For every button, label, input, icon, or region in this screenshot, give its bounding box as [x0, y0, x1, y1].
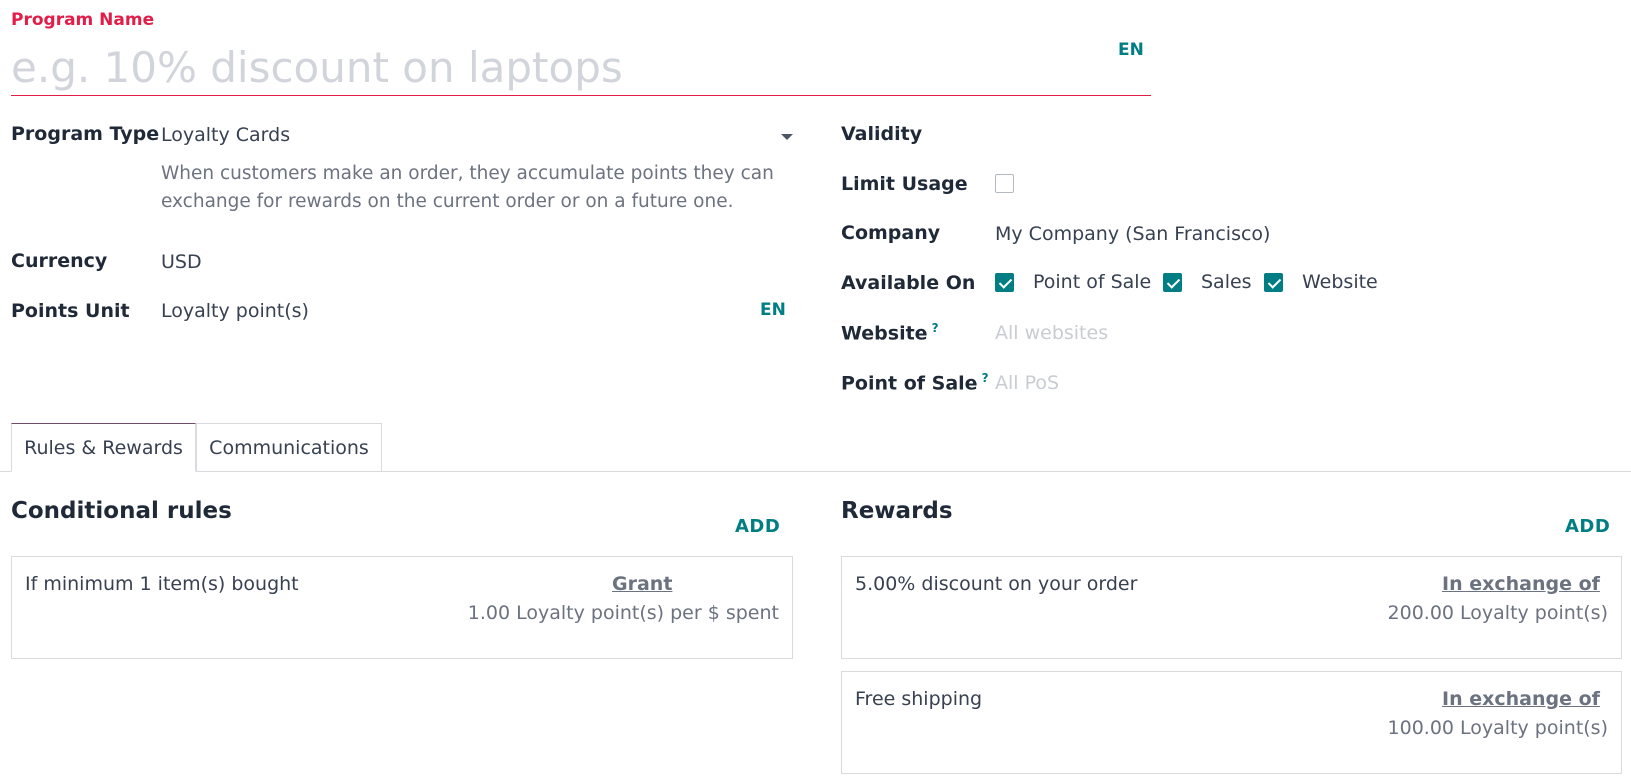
program-type-label: Program Type: [11, 123, 160, 145]
company-value[interactable]: My Company (San Francisco): [995, 223, 1270, 245]
website-label: Website?: [841, 321, 939, 344]
conditional-rules-title: Conditional rules: [11, 498, 232, 524]
reward-cost-title: In exchange of: [1442, 573, 1600, 595]
point-of-sale-checkbox[interactable]: [995, 273, 1014, 292]
reward-cost-title: In exchange of: [1442, 688, 1600, 710]
website-help-icon[interactable]: ?: [932, 321, 939, 335]
website-select[interactable]: All websites: [995, 322, 1108, 344]
points-unit-lang-button[interactable]: EN: [760, 300, 786, 320]
available-on-label: Available On: [841, 272, 976, 294]
limit-usage-label: Limit Usage: [841, 173, 968, 195]
point-of-sale-label: Point of Sale?: [841, 371, 989, 394]
points-unit-label: Points Unit: [11, 300, 130, 322]
sales-checkbox[interactable]: [1163, 273, 1182, 292]
point-of-sale-help-icon[interactable]: ?: [982, 371, 989, 385]
rule-action-value: 1.00 Loyalty point(s) per $ spent: [467, 602, 779, 624]
point-of-sale-select[interactable]: All PoS: [995, 372, 1059, 394]
points-unit-value[interactable]: Loyalty point(s): [161, 300, 309, 322]
point-of-sale-label-text: Point of Sale: [841, 372, 978, 395]
reward-cost-value: 100.00 Loyalty point(s): [1387, 717, 1608, 739]
chevron-down-icon: [781, 134, 793, 140]
program-name-label: Program Name: [11, 10, 155, 30]
reward-description: 5.00% discount on your order: [855, 573, 1138, 595]
program-type-description-line1: When customers make an order, they accum…: [161, 163, 774, 184]
reward-cost-value: 200.00 Loyalty point(s): [1387, 602, 1608, 624]
program-type-description-line2: exchange for rewards on the current orde…: [161, 191, 734, 212]
rewards-title: Rewards: [841, 498, 953, 524]
reward-card[interactable]: 5.00% discount on your order In exchange…: [841, 556, 1622, 659]
add-reward-button[interactable]: ADD: [1565, 516, 1610, 537]
rule-action-title: Grant: [612, 573, 673, 595]
program-name-input[interactable]: [11, 40, 1151, 96]
reward-description: Free shipping: [855, 688, 983, 710]
program-type-value: Loyalty Cards: [161, 124, 291, 146]
currency-value[interactable]: USD: [161, 251, 202, 273]
website-option-label: Website: [1302, 271, 1378, 293]
website-label-text: Website: [841, 322, 928, 345]
tab-communications[interactable]: Communications: [196, 423, 382, 472]
program-type-select[interactable]: Loyalty Cards: [161, 122, 793, 152]
point-of-sale-option-label: Point of Sale: [1033, 271, 1152, 293]
reward-card[interactable]: Free shipping In exchange of 100.00 Loya…: [841, 671, 1622, 774]
currency-label: Currency: [11, 250, 108, 272]
company-label: Company: [841, 222, 941, 244]
rule-card[interactable]: If minimum 1 item(s) bought Grant 1.00 L…: [11, 556, 793, 659]
validity-label: Validity: [841, 123, 923, 145]
program-name-lang-button[interactable]: EN: [1118, 40, 1144, 60]
limit-usage-checkbox[interactable]: [995, 174, 1014, 193]
rule-condition: If minimum 1 item(s) bought: [25, 573, 299, 595]
website-checkbox[interactable]: [1264, 273, 1283, 292]
add-rule-button[interactable]: ADD: [735, 516, 780, 537]
sales-option-label: Sales: [1201, 271, 1252, 293]
tab-rules-rewards[interactable]: Rules & Rewards: [11, 423, 196, 472]
